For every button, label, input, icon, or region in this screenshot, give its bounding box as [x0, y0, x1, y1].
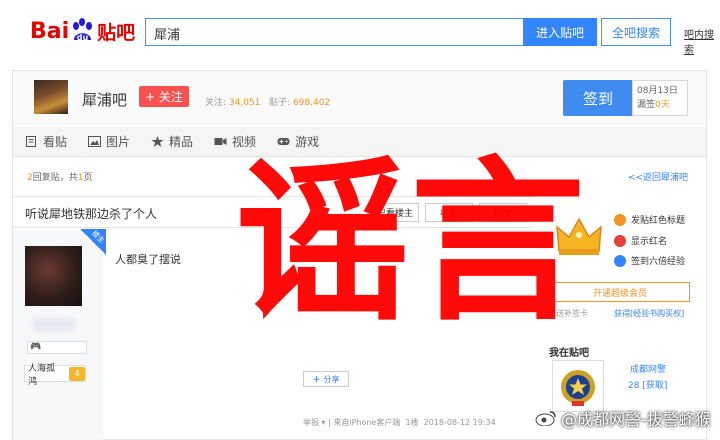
- tab-posts[interactable]: 看贴: [25, 133, 67, 150]
- level-name: 人海孤鸿: [28, 363, 56, 387]
- back-to-forum-link[interactable]: <<返回犀浦吧: [628, 170, 688, 183]
- follow-button[interactable]: + 关注: [139, 86, 189, 107]
- op-badge: 楼主: [80, 229, 106, 255]
- level-badge[interactable]: 人海孤鸿 4: [24, 364, 86, 387]
- tab-images-label: 图片: [106, 135, 131, 149]
- forum-stats: 关注: 34,051 贴子: 698,402: [205, 95, 330, 108]
- sign-streak: 漏签0天: [637, 100, 670, 110]
- tab-featured-label: 精品: [169, 135, 194, 149]
- forum-avatar[interactable]: [34, 80, 68, 114]
- sign-info-box: 08月13日 漏签0天: [632, 80, 688, 116]
- post-time: 2018-08-12 19:34: [423, 418, 496, 427]
- police-account-name[interactable]: 成都网警: [630, 362, 666, 375]
- logo-tieba-text: 贴吧: [97, 21, 136, 44]
- tab-featured[interactable]: 精品: [151, 133, 193, 150]
- weibo-icon: [535, 410, 557, 427]
- video-icon: [214, 136, 227, 147]
- star-icon: [151, 136, 164, 147]
- weibo-watermark: @成都网警-拔警蜂猴: [535, 406, 711, 430]
- chevron-down-icon: ▾: [321, 418, 326, 427]
- reply-summary: 2回复贴，共1页: [27, 173, 93, 183]
- thread-title: 听说犀地铁那边杀了个人: [25, 207, 158, 221]
- avatar[interactable]: [25, 246, 82, 306]
- enter-bar-button[interactable]: 进入贴吧: [523, 18, 597, 46]
- followers-count: 34,051: [228, 98, 261, 108]
- signin-button[interactable]: 签到: [563, 80, 633, 116]
- posts-count: 698,402: [292, 98, 331, 108]
- tab-images[interactable]: 图片: [88, 133, 130, 150]
- document-icon: [25, 136, 38, 147]
- user-badge-icon: 🎮: [27, 341, 87, 354]
- floor-number: 1楼: [405, 418, 419, 427]
- report-link[interactable]: 举报: [303, 418, 319, 427]
- post-content: 人都臭了摆说: [115, 253, 181, 266]
- paw-icon: du: [71, 18, 95, 44]
- search-input[interactable]: 犀浦: [145, 18, 523, 46]
- svg-text:du: du: [77, 33, 89, 42]
- in-bar-search-link[interactable]: 吧内搜索: [684, 26, 720, 56]
- followers-label: 关注:: [205, 98, 227, 108]
- post-meta: 举报 ▾ | 来自iPhone客户端 1楼 2018-08-12 19:34: [303, 417, 496, 428]
- rumor-stamp: 谣言: [235, 140, 585, 345]
- tab-posts-label: 看贴: [43, 135, 68, 149]
- posts-label: 贴子:: [269, 98, 291, 108]
- logo-bai-text: Bai: [30, 18, 70, 44]
- watermark-text: @成都网警-拔警蜂猴: [561, 410, 711, 429]
- all-bar-search-button[interactable]: 全吧搜索: [601, 18, 671, 46]
- forum-name[interactable]: 犀浦吧: [82, 89, 127, 110]
- source-text: | 来自iPhone客户端: [328, 418, 401, 427]
- level-number: 4: [69, 366, 85, 381]
- baidu-tieba-logo[interactable]: Bai du 贴吧: [30, 14, 135, 48]
- image-icon: [88, 136, 102, 147]
- author-name-blurred[interactable]: [33, 318, 75, 332]
- sign-date: 08月13日: [637, 86, 678, 96]
